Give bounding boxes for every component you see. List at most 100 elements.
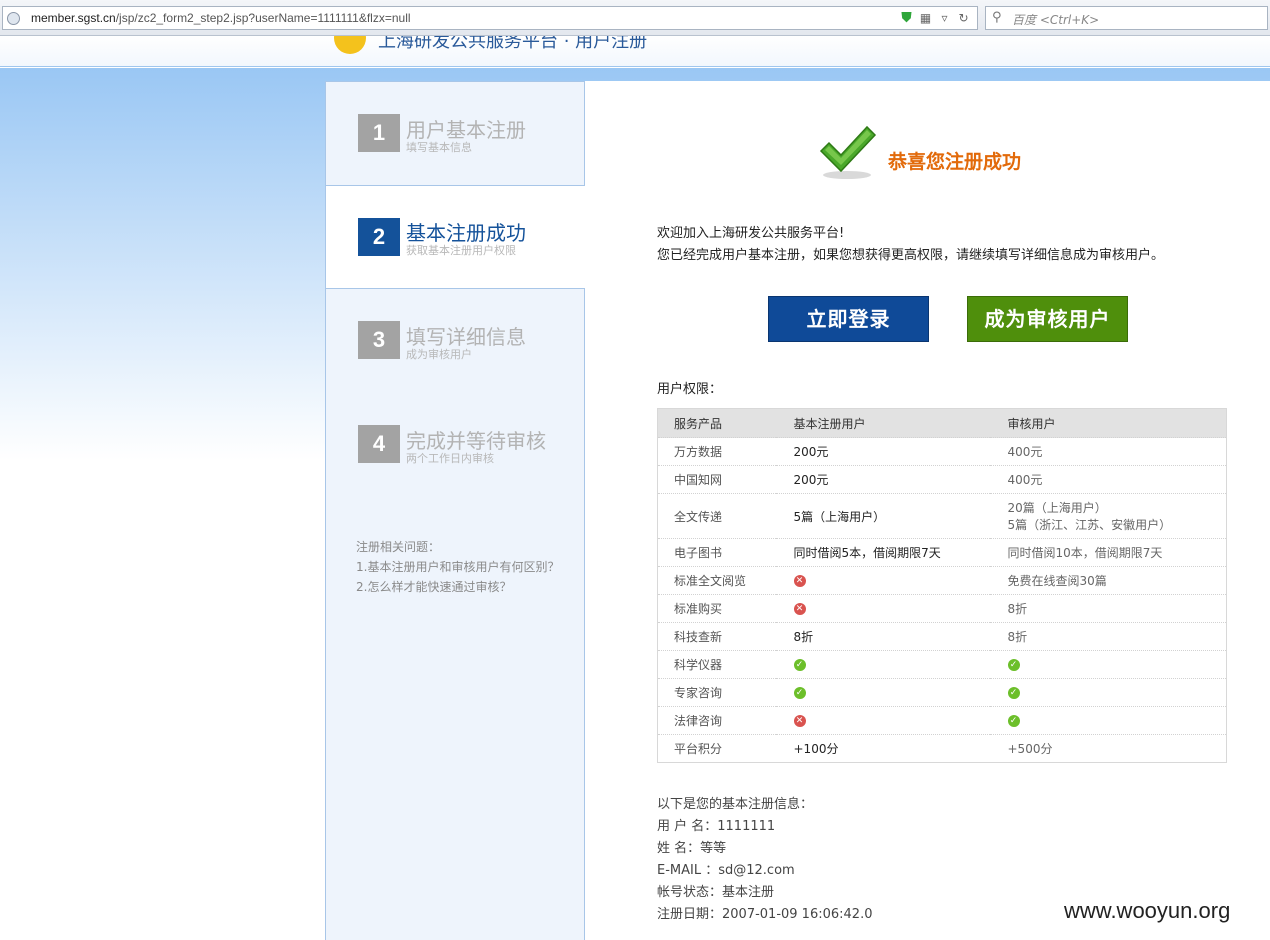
header-basic: 基本注册用户: [775, 408, 990, 438]
table-row: 平台积分 +100分 +500分: [657, 734, 1227, 763]
url-text[interactable]: member.sgst.cn/jsp/zc2_form2_step2.jsp?u…: [31, 11, 411, 25]
table-row: 标准全文阅览 ✕ 免费在线查阅30篇: [657, 566, 1227, 595]
check-circle-icon: ✓: [1007, 687, 1020, 699]
faq-link-difference[interactable]: 1.基本注册用户和审核用户有何区别？: [356, 557, 559, 577]
cell-audited: 20篇（上海用户） 5篇（浙江、江苏、安徽用户）: [989, 493, 1227, 539]
become-audited-user-button[interactable]: 成为审核用户: [967, 296, 1128, 342]
cell-product: 万方数据: [657, 437, 776, 466]
cell-basic: 200元: [775, 437, 990, 466]
welcome-text: 欢迎加入上海研发公共服务平台! 您已经完成用户基本注册，如果您想获得更高权限，请…: [657, 223, 1164, 267]
cell-audited: 免费在线查阅30篇: [989, 566, 1227, 595]
check-circle-icon: ✓: [793, 687, 806, 699]
reginfo-date: 注册日期：2007-01-09 16:06:42.0: [657, 907, 873, 922]
login-button[interactable]: 立即登录: [768, 296, 929, 342]
address-bar[interactable]: member.sgst.cn/jsp/zc2_form2_step2.jsp?u…: [2, 6, 978, 30]
steps-sidebar: 1 用户基本注册 填写基本信息 2 基本注册成功 获取基本注册用户权限 3 填写…: [325, 81, 585, 940]
faq-link-fast-review[interactable]: 2.怎么样才能快速通过审核？: [356, 577, 559, 597]
cell-audited: 8折: [989, 594, 1227, 623]
qr-icon[interactable]: ▦: [918, 11, 933, 26]
welcome-line-1: 欢迎加入上海研发公共服务平台!: [657, 226, 845, 241]
cell-product: 标准全文阅览: [657, 566, 776, 595]
search-box[interactable]: ⚲ 百度 <Ctrl+K>: [985, 6, 1268, 30]
cell-audited: ✓: [989, 706, 1227, 735]
check-circle-icon: ✓: [1007, 715, 1020, 727]
url-path: /jsp/zc2_form2_step2.jsp?userName=111111…: [115, 11, 411, 25]
permissions-table: 服务产品 基本注册用户 审核用户 万方数据 200元 400元 中国知网 200…: [657, 408, 1227, 763]
header-audited: 审核用户: [989, 408, 1227, 438]
cell-audited: 8折: [989, 622, 1227, 651]
table-row: 科学仪器 ✓ ✓: [657, 650, 1227, 679]
table-row: 全文传递 5篇（上海用户） 20篇（上海用户） 5篇（浙江、江苏、安徽用户）: [657, 493, 1227, 539]
reginfo-email: E-MAIL ：sd@12.com: [657, 863, 795, 878]
cell-audited: ✓: [989, 678, 1227, 707]
step-subtitle: 两个工作日内审核: [406, 452, 494, 465]
cell-basic: ✓: [775, 650, 990, 679]
table-row: 中国知网 200元 400元: [657, 465, 1227, 494]
cell-product: 中国知网: [657, 465, 776, 494]
dropdown-icon[interactable]: ▿: [937, 11, 952, 26]
reginfo-username: 用 户 名：1111111: [657, 819, 776, 834]
cell-audited: +500分: [989, 734, 1227, 763]
check-circle-icon: ✓: [1007, 659, 1020, 671]
cell-audited: 400元: [989, 437, 1227, 466]
site-title: 上海研发公共服务平台 · 用户注册: [378, 36, 648, 52]
cell-product: 专家咨询: [657, 678, 776, 707]
table-row: 标准购买 ✕ 8折: [657, 594, 1227, 623]
url-host: member.sgst.cn: [31, 11, 116, 25]
reginfo-title: 以下是您的基本注册信息：: [657, 797, 814, 812]
cell-product: 标准购买: [657, 594, 776, 623]
step-number: 2: [358, 218, 400, 256]
table-row: 电子图书 同时借阅5本，借阅期限7天 同时借阅10本，借阅期限7天: [657, 538, 1227, 567]
cell-audited-line-2: 5篇（浙江、江苏、安徽用户）: [1007, 518, 1172, 532]
browser-toolbar: member.sgst.cn/jsp/zc2_form2_step2.jsp?u…: [0, 0, 1270, 36]
page-header: 上海研发公共服务平台 · 用户注册: [0, 36, 1270, 67]
main-panel: 恭喜您注册成功 欢迎加入上海研发公共服务平台! 您已经完成用户基本注册，如果您想…: [585, 81, 1270, 940]
cross-circle-icon: ✕: [793, 603, 806, 615]
step-subtitle: 成为审核用户: [406, 348, 472, 361]
step-number: 4: [358, 425, 400, 463]
reginfo-name: 姓 名：等等: [657, 841, 727, 856]
cell-basic: ✕: [775, 594, 990, 623]
faq-title: 注册相关问题：: [356, 540, 441, 554]
table-row: 科技查新 8折 8折: [657, 622, 1227, 651]
cell-audited-line-1: 20篇（上海用户）: [1007, 501, 1107, 515]
search-icon: ⚲: [992, 10, 1002, 25]
cell-basic: 5篇（上海用户）: [775, 493, 990, 539]
globe-icon: [7, 12, 20, 25]
registration-info: 以下是您的基本注册信息： 用 户 名：1111111 姓 名：等等 E-MAIL…: [657, 794, 872, 926]
welcome-line-2: 您已经完成用户基本注册，如果您想获得更高权限，请继续填写详细信息成为审核用户。: [657, 248, 1165, 263]
reginfo-status: 帐号状态：基本注册: [657, 885, 775, 900]
cell-audited: ✓: [989, 650, 1227, 679]
step-subtitle: 获取基本注册用户权限: [406, 244, 516, 257]
table-row: 专家咨询 ✓ ✓: [657, 678, 1227, 707]
reload-icon[interactable]: ↻: [956, 11, 971, 26]
cell-basic: ✕: [775, 706, 990, 735]
logo: [334, 36, 366, 54]
cell-basic: 同时借阅5本，借阅期限7天: [775, 538, 990, 567]
cell-product: 科学仪器: [657, 650, 776, 679]
cell-basic: 8折: [775, 622, 990, 651]
cell-audited: 400元: [989, 465, 1227, 494]
shield-icon[interactable]: ⛊: [899, 10, 914, 26]
cell-product: 科技查新: [657, 622, 776, 651]
cross-circle-icon: ✕: [793, 575, 806, 587]
table-header-row: 服务产品 基本注册用户 审核用户: [657, 408, 1227, 438]
cell-audited: 同时借阅10本，借阅期限7天: [989, 538, 1227, 567]
success-message: 恭喜您注册成功: [888, 151, 1022, 173]
step-number: 1: [358, 114, 400, 152]
cross-circle-icon: ✕: [793, 715, 806, 727]
table-row: 万方数据 200元 400元: [657, 437, 1227, 466]
step-1: 1 用户基本注册 填写基本信息: [326, 82, 584, 186]
cell-basic: 200元: [775, 465, 990, 494]
cell-basic: ✓: [775, 678, 990, 707]
checkmark-icon: [819, 125, 877, 179]
step-subtitle: 填写基本信息: [406, 141, 472, 154]
cell-product: 电子图书: [657, 538, 776, 567]
search-placeholder: 百度 <Ctrl+K>: [1012, 13, 1100, 27]
permissions-title: 用户权限：: [657, 382, 723, 397]
step-4: 4 完成并等待审核 两个工作日内审核: [326, 393, 584, 497]
cell-basic: ✕: [775, 566, 990, 595]
step-2-current: 2 基本注册成功 获取基本注册用户权限: [326, 185, 585, 289]
step-number: 3: [358, 321, 400, 359]
step-3: 3 填写详细信息 成为审核用户: [326, 289, 584, 393]
